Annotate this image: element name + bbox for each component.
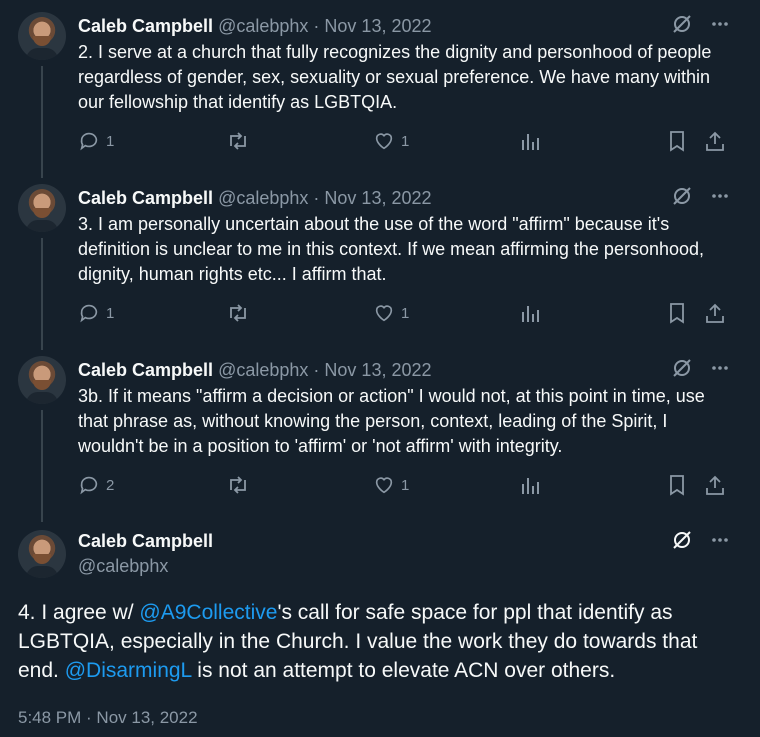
more-icon[interactable] <box>710 358 730 378</box>
separator: · <box>313 188 320 208</box>
retweet-button[interactable] <box>226 130 250 152</box>
thread-connector-line <box>41 238 43 350</box>
like-count: 1 <box>401 132 410 150</box>
retweet-icon <box>230 476 246 494</box>
reply-button[interactable]: 1 <box>78 302 114 324</box>
tweet-actions: 1 1 <box>78 302 730 330</box>
bookmark-button[interactable] <box>667 302 687 324</box>
bookmark-icon <box>670 475 684 496</box>
grok-icon[interactable] <box>672 530 692 550</box>
tweet-date[interactable]: Nov 13, 2022 <box>324 360 431 380</box>
retweet-button[interactable] <box>226 474 250 496</box>
reply-icon <box>80 304 98 323</box>
mention-link[interactable]: @DisarmingL <box>65 659 192 682</box>
avatar[interactable] <box>18 530 66 578</box>
tweet-text: 4. I agree w/ @A9Collective's call for s… <box>18 598 738 685</box>
bookmark-icon <box>670 131 684 152</box>
reply-icon <box>80 476 98 495</box>
grok-icon[interactable] <box>672 14 692 34</box>
tweet-date[interactable]: Nov 13, 2022 <box>324 188 431 208</box>
share-icon <box>706 131 724 151</box>
tweet-actions: 1 1 <box>78 130 730 158</box>
heart-icon <box>375 305 393 322</box>
share-button[interactable] <box>704 302 726 324</box>
reply-button[interactable]: 2 <box>78 474 114 496</box>
text-segment: 4. I agree w/ <box>18 601 140 624</box>
tweet-header: Caleb Campbell @calebphx · Nov 13, 2022 <box>78 186 432 210</box>
display-name[interactable]: Caleb Campbell <box>78 531 213 552</box>
handle[interactable]: @calebphx <box>78 556 168 577</box>
analytics-icon <box>522 478 539 494</box>
tweet[interactable]: Caleb Campbell @calebphx · Nov 13, 2022 … <box>0 344 760 522</box>
more-icon[interactable] <box>710 14 730 34</box>
share-button[interactable] <box>704 474 726 496</box>
avatar[interactable] <box>18 184 66 232</box>
bookmark-icon <box>670 303 684 324</box>
retweet-button[interactable] <box>226 302 250 324</box>
tweet-header: Caleb Campbell @calebphx · Nov 13, 2022 <box>78 14 432 38</box>
handle[interactable]: @calebphx <box>218 360 308 380</box>
text-segment: is not an attempt to elevate ACN over ot… <box>191 659 616 682</box>
tweet[interactable]: Caleb Campbell @calebphx · Nov 13, 2022 … <box>0 0 760 178</box>
like-count: 1 <box>401 304 410 322</box>
like-count: 1 <box>401 476 410 494</box>
timestamp[interactable]: 5:48 PM · Nov 13, 2022 <box>18 708 198 728</box>
avatar[interactable] <box>18 356 66 404</box>
handle[interactable]: @calebphx <box>218 188 308 208</box>
more-icon[interactable] <box>710 186 730 206</box>
display-name[interactable]: Caleb Campbell <box>78 188 213 208</box>
reply-count: 1 <box>106 132 115 150</box>
reply-count: 2 <box>106 476 115 494</box>
display-name[interactable]: Caleb Campbell <box>78 16 213 36</box>
thread-connector-line <box>41 66 43 178</box>
grok-icon[interactable] <box>672 358 692 378</box>
avatar[interactable] <box>18 12 66 60</box>
tweet-header: Caleb Campbell @calebphx · Nov 13, 2022 <box>78 358 432 382</box>
like-button[interactable]: 1 <box>373 474 409 496</box>
reply-count: 1 <box>106 304 115 322</box>
like-button[interactable]: 1 <box>373 130 409 152</box>
handle[interactable]: @calebphx <box>218 16 308 36</box>
tweet-date[interactable]: Nov 13, 2022 <box>324 16 431 36</box>
more-icon[interactable] <box>710 530 730 550</box>
thread-connector-line <box>41 410 43 522</box>
reply-button[interactable]: 1 <box>78 130 114 152</box>
separator: · <box>313 16 320 36</box>
bookmark-button[interactable] <box>667 474 687 496</box>
retweet-icon <box>230 304 246 322</box>
tweet-text: 3. I am personally uncertain about the u… <box>78 214 705 284</box>
mention-link[interactable]: @A9Collective <box>139 601 277 624</box>
views-button[interactable] <box>520 474 540 496</box>
tweet-actions: 2 1 <box>78 474 730 502</box>
focused-tweet: Caleb Campbell @calebphx 4. I agree w/ @… <box>0 516 760 737</box>
tweet-text: 2. I serve at a church that fully recogn… <box>78 42 712 112</box>
analytics-icon <box>522 306 539 322</box>
display-name[interactable]: Caleb Campbell <box>78 360 213 380</box>
tweet-text: 3b. If it means "affirm a decision or ac… <box>78 386 705 456</box>
tweet[interactable]: Caleb Campbell @calebphx · Nov 13, 2022 … <box>0 172 760 350</box>
retweet-icon <box>230 132 246 150</box>
heart-icon <box>375 133 393 150</box>
analytics-icon <box>522 134 539 150</box>
share-icon <box>706 475 724 495</box>
share-icon <box>706 303 724 323</box>
heart-icon <box>375 477 393 494</box>
views-button[interactable] <box>520 130 540 152</box>
reply-icon <box>80 132 98 151</box>
grok-icon[interactable] <box>672 186 692 206</box>
views-button[interactable] <box>520 302 540 324</box>
like-button[interactable]: 1 <box>373 302 409 324</box>
bookmark-button[interactable] <box>667 130 687 152</box>
separator: · <box>313 360 320 380</box>
share-button[interactable] <box>704 130 726 152</box>
